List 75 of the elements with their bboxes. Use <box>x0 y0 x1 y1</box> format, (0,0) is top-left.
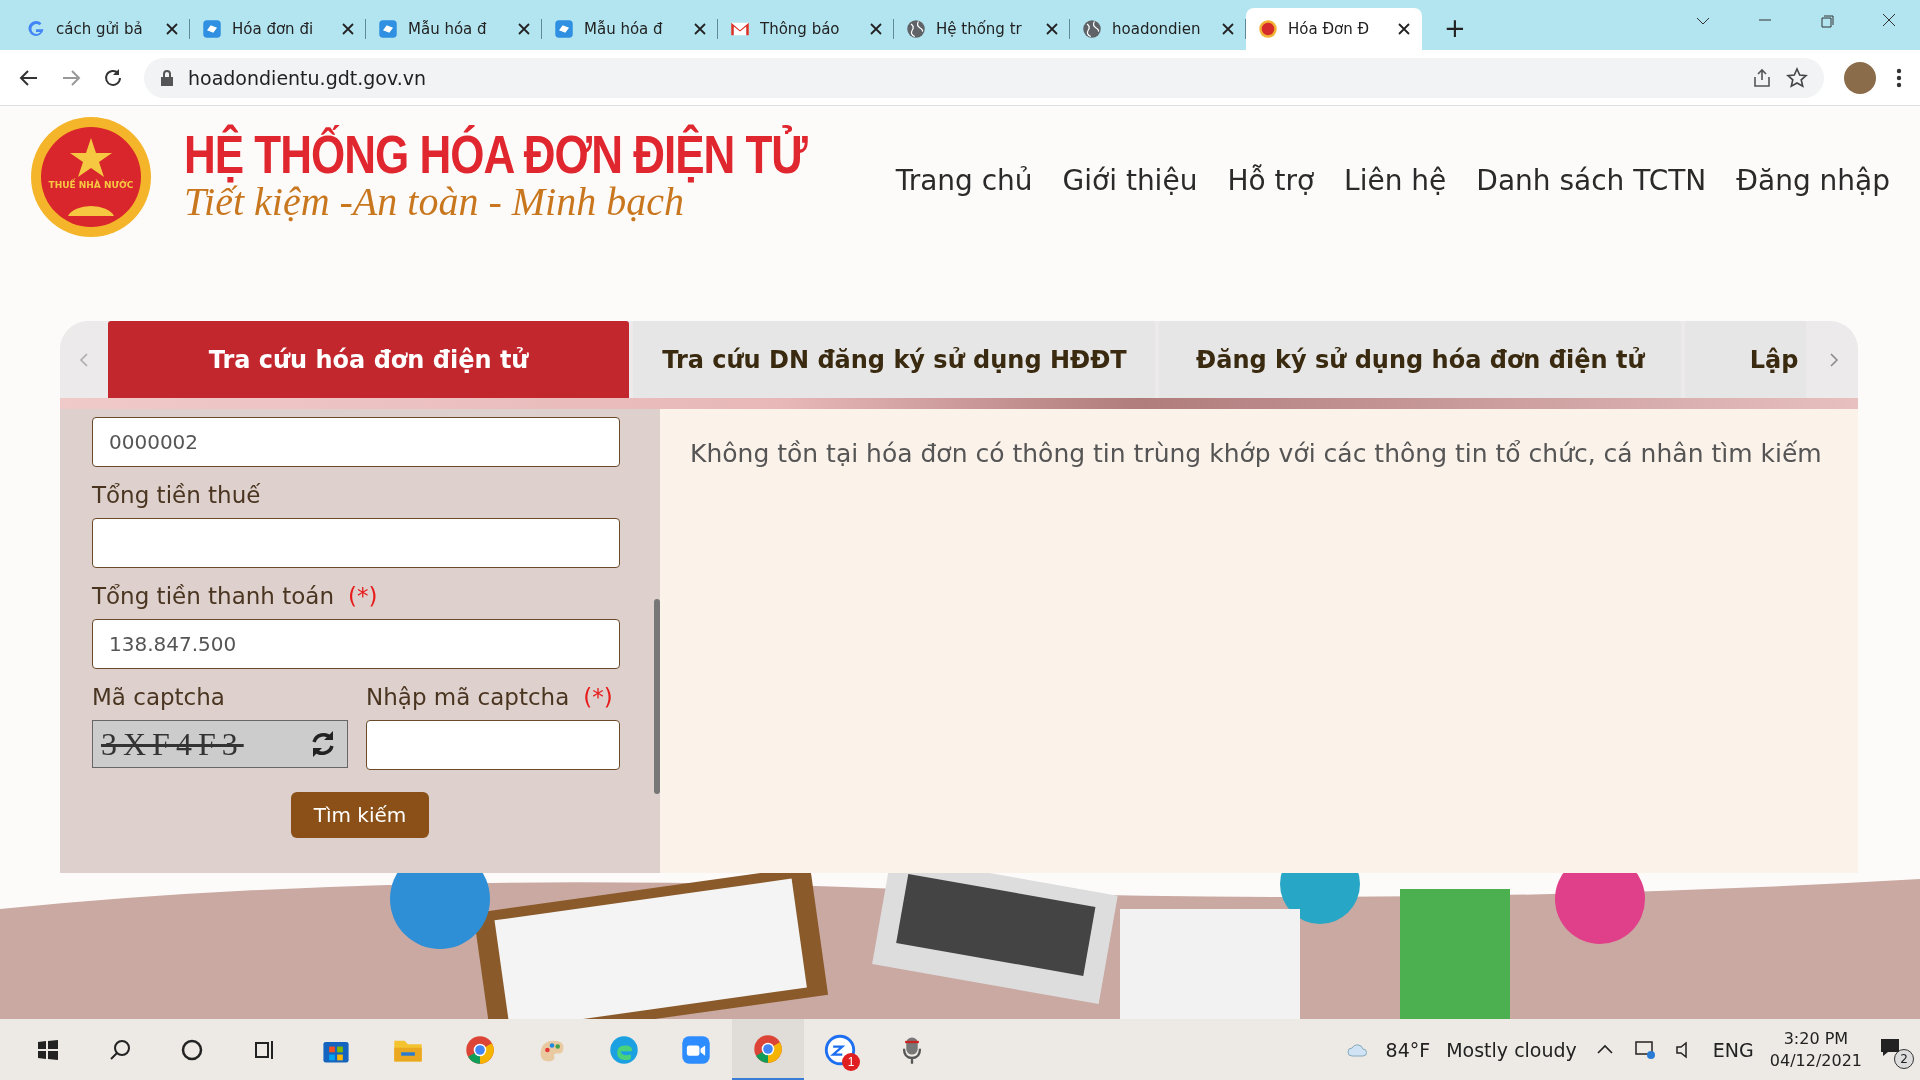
taskbar-app[interactable]: 1 <box>804 1019 876 1080</box>
weather-condition[interactable]: Mostly cloudy <box>1446 1039 1577 1061</box>
captcha-input[interactable] <box>366 720 620 770</box>
video-camera-icon <box>680 1034 712 1066</box>
edge-icon <box>608 1034 640 1066</box>
search-button[interactable]: Tìm kiếm <box>290 792 430 838</box>
nav-link[interactable]: Hỗ trợ <box>1227 164 1315 197</box>
result-message: Không tồn tại hóa đơn có thông tin trùng khớp với các thông tin tổ chức, cá nhân tìm kiếm <box>690 439 1823 468</box>
browser-tab[interactable]: cách gửi bả <box>14 8 190 50</box>
nav-link[interactable]: Danh sách TCTN <box>1476 164 1707 197</box>
notification-count: 2 <box>1894 1049 1914 1069</box>
close-icon[interactable] <box>694 23 706 35</box>
nav-link[interactable]: Trang chủ <box>895 164 1033 197</box>
new-tab-button[interactable]: + <box>1438 12 1472 44</box>
tab[interactable]: Tra cứu hóa đơn điện tử <box>107 321 630 398</box>
required-mark: (*) <box>583 684 613 710</box>
chevron-right-icon[interactable] <box>1828 351 1841 368</box>
field-label: Nhập mã captcha <box>366 684 570 710</box>
field-label: Tổng tiền thanh toán <box>92 583 334 609</box>
lock-icon <box>160 69 174 86</box>
nav-link[interactable]: Liên hệ <box>1344 164 1447 197</box>
input-field[interactable]: 0000002 <box>92 417 620 467</box>
document-icon <box>554 19 574 39</box>
clock-date[interactable]: 04/12/2021 <box>1769 1050 1862 1073</box>
star-icon[interactable] <box>1786 66 1808 89</box>
browser-tab[interactable]: Hóa Đơn Đ <box>1246 8 1422 50</box>
input-field[interactable]: 138.847.500 <box>92 619 620 669</box>
document-icon <box>378 19 398 39</box>
chrome-icon <box>752 1032 784 1065</box>
close-icon[interactable] <box>870 23 882 35</box>
captcha-image: 3XF4F3 <box>92 720 348 768</box>
close-icon[interactable] <box>1222 23 1234 35</box>
browser-tab[interactable]: Hóa đơn đi <box>190 8 366 50</box>
browser-tab[interactable]: Mẫu hóa đ <box>366 8 542 50</box>
browser-tab[interactable]: hoadondien <box>1070 8 1246 50</box>
globe-icon <box>1082 19 1102 39</box>
search-icon <box>108 1038 132 1062</box>
field-label: Tổng tiền thuế <box>92 482 261 508</box>
scrollbar-thumb[interactable] <box>654 599 660 794</box>
emblem-icon <box>1258 19 1278 39</box>
tab[interactable]: Đăng ký sử dụng hóa đơn điện tử <box>1159 321 1682 398</box>
clock-time[interactable]: 3:20 PM <box>1783 1027 1849 1050</box>
chrome-icon <box>464 1034 496 1066</box>
tab[interactable]: Tra cứu DN đăng ký sử dụng HĐĐT <box>633 321 1156 398</box>
site-title: HỆ THỐNG HÓA ĐƠN ĐIỆN TỬ <box>184 124 807 185</box>
document-icon <box>202 19 222 39</box>
network-icon[interactable] <box>1632 1038 1657 1062</box>
required-mark: (*) <box>348 583 378 609</box>
close-icon[interactable] <box>1046 23 1058 35</box>
globe-icon <box>906 19 926 39</box>
browser-tab[interactable]: Hệ thống tr <box>894 8 1070 50</box>
language-indicator[interactable]: ENG <box>1712 1039 1754 1061</box>
close-icon[interactable] <box>166 23 178 35</box>
share-icon[interactable] <box>1752 67 1772 88</box>
windows-logo-icon <box>36 1038 60 1062</box>
nav-link[interactable]: Giới thiệu <box>1062 164 1198 197</box>
google-icon <box>26 19 46 39</box>
nav-link[interactable]: Đăng nhập <box>1736 164 1890 197</box>
close-icon[interactable] <box>342 23 354 35</box>
field-label: Mã captcha <box>92 684 225 710</box>
address-bar[interactable]: hoadondientu.gdt.gov.vn <box>144 57 1824 98</box>
browser-tab[interactable]: Mẫu hóa đ <box>542 8 718 50</box>
close-icon[interactable] <box>1398 23 1410 35</box>
more-icon[interactable] <box>1896 66 1902 89</box>
tab[interactable]: Lập <box>1685 321 1807 398</box>
taskbar-app[interactable] <box>732 1019 804 1080</box>
input-field[interactable] <box>92 518 620 568</box>
notification-badge: 1 <box>842 1053 860 1071</box>
close-icon[interactable] <box>518 23 530 35</box>
circle-icon <box>180 1038 204 1062</box>
emblem-logo: THUẾ NHÀ NƯỚC <box>30 116 152 238</box>
task-view-icon <box>252 1038 276 1062</box>
browser-tab[interactable]: Thông báo <box>718 8 894 50</box>
temperature[interactable]: 84°F <box>1385 1039 1431 1061</box>
profile-avatar[interactable] <box>1844 61 1876 94</box>
